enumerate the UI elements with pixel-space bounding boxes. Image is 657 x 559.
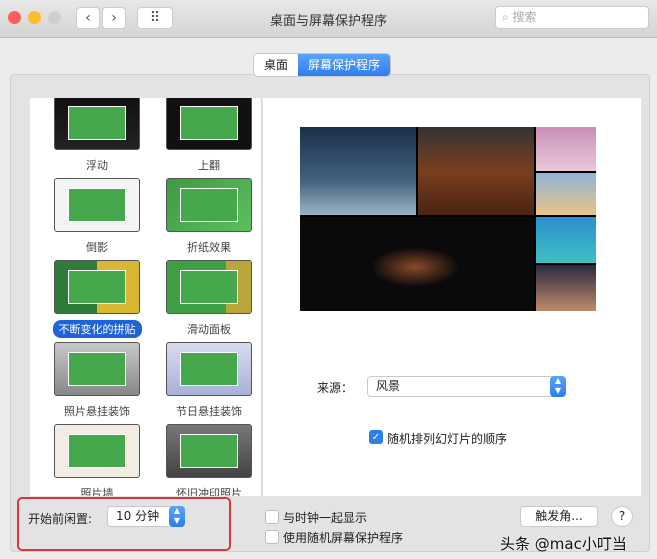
saver-label: 怀旧冲印照片 xyxy=(176,487,242,496)
preview-image xyxy=(300,127,596,311)
idle-label: 开始前闲置: xyxy=(28,512,93,526)
saver-item[interactable]: 怀旧冲印照片 xyxy=(154,424,261,496)
saver-label: 浮动 xyxy=(86,159,108,172)
screen-saver-list[interactable]: 浮动 上翻倒影 折纸效果不断变化的拼贴 滑动面板照片悬挂装饰 节日悬挂装饰照片墙 怀旧冲印… xyxy=(30,98,262,496)
stepper-icon: ▲ ▼ xyxy=(169,506,185,527)
saver-thumbnail xyxy=(54,260,140,314)
saver-label: 节日悬挂装饰 xyxy=(176,405,242,418)
saver-item[interactable]: 折纸效果 xyxy=(154,178,261,256)
saver-thumbnail xyxy=(166,342,252,396)
saver-item[interactable]: 节日悬挂装饰 xyxy=(154,342,261,420)
search-input[interactable]: ⌕ 搜索 xyxy=(495,6,649,29)
tab-desktop[interactable]: 桌面 xyxy=(254,54,299,76)
search-placeholder: 搜索 xyxy=(512,10,537,24)
saver-label: 倒影 xyxy=(86,241,108,254)
saver-item[interactable]: 照片悬挂装饰 xyxy=(42,342,152,420)
saver-item[interactable]: 滑动面板 xyxy=(154,260,261,338)
saver-label: 不断变化的拼贴 xyxy=(52,320,142,338)
idle-time-value: 10 分钟 xyxy=(116,509,160,523)
saver-label: 上翻 xyxy=(198,159,220,172)
saver-thumbnail xyxy=(166,260,252,314)
tab-screen-saver[interactable]: 屏幕保护程序 xyxy=(298,54,391,76)
show-clock-label: 与时钟一起显示 xyxy=(283,511,368,525)
saver-item[interactable]: 浮动 xyxy=(42,98,152,174)
show-clock-checkbox[interactable] xyxy=(265,510,279,524)
saver-thumbnail xyxy=(54,178,140,232)
watermark: 头条 @mac小叮当 xyxy=(500,535,627,553)
idle-time-select[interactable]: 10 分钟 ▲ ▼ xyxy=(107,506,185,527)
saver-thumbnail xyxy=(166,98,252,150)
help-button[interactable]: ? xyxy=(611,506,633,527)
source-label: 来源： xyxy=(317,381,354,395)
shuffle-checkbox[interactable]: ✓ xyxy=(369,430,383,444)
title-bar: ‹ › ⠿ 桌面与屏幕保护程序 ⌕ 搜索 xyxy=(0,0,657,38)
shuffle-label: 随机排列幻灯片的顺序 xyxy=(387,432,508,446)
source-value: 风景 xyxy=(376,379,401,393)
random-saver-checkbox[interactable] xyxy=(265,530,279,544)
saver-item[interactable]: 倒影 xyxy=(42,178,152,256)
saver-label: 照片墙 xyxy=(80,487,114,496)
saver-thumbnail xyxy=(54,98,140,150)
saver-label: 照片悬挂装饰 xyxy=(64,405,130,418)
saver-label: 滑动面板 xyxy=(187,323,231,336)
saver-thumbnail xyxy=(166,178,252,232)
stepper-icon: ▲ ▼ xyxy=(550,376,566,397)
search-icon: ⌕ xyxy=(502,10,513,24)
source-select[interactable]: 风景 ▲ ▼ xyxy=(367,376,566,397)
saver-label: 折纸效果 xyxy=(187,241,231,254)
saver-thumbnail xyxy=(54,424,140,478)
saver-thumbnail xyxy=(166,424,252,478)
saver-item[interactable]: 照片墙 xyxy=(42,424,152,496)
random-saver-label: 使用随机屏幕保护程序 xyxy=(283,531,404,545)
tab-bar: 桌面 屏幕保护程序 xyxy=(254,54,391,76)
saver-item[interactable]: 不断变化的拼贴 xyxy=(42,260,152,338)
saver-thumbnail xyxy=(54,342,140,396)
saver-item[interactable]: 上翻 xyxy=(154,98,261,174)
hot-corners-button[interactable]: 触发角... xyxy=(520,506,598,527)
